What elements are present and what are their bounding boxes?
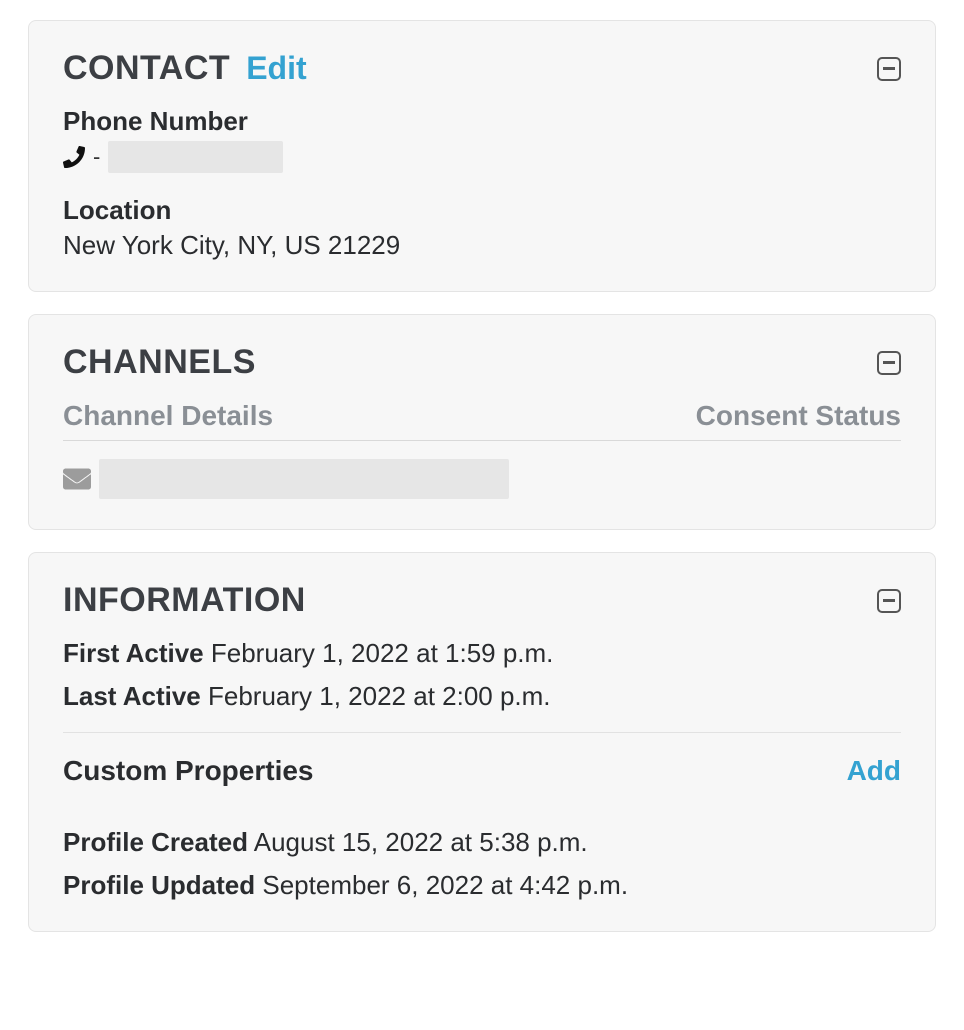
collapse-icon[interactable] xyxy=(877,589,901,613)
information-panel: INFORMATION First Active February 1, 202… xyxy=(28,552,936,932)
channels-title-group: CHANNELS xyxy=(63,343,256,382)
first-active-label: First Active xyxy=(63,638,204,668)
channels-title: CHANNELS xyxy=(63,343,256,382)
edit-contact-link[interactable]: Edit xyxy=(246,50,306,87)
contact-panel-header: CONTACT Edit xyxy=(63,49,901,88)
location-field: Location New York City, NY, US 21229 xyxy=(63,195,901,261)
last-active-label: Last Active xyxy=(63,681,201,711)
channels-panel: CHANNELS Channel Details Consent Status xyxy=(28,314,936,530)
custom-properties-row: Custom Properties Add xyxy=(63,755,901,787)
first-active-value: February 1, 2022 at 1:59 p.m. xyxy=(211,638,554,668)
last-active-value: February 1, 2022 at 2:00 p.m. xyxy=(208,681,551,711)
profile-created-line: Profile Created August 15, 2022 at 5:38 … xyxy=(63,827,901,858)
custom-properties-label: Custom Properties xyxy=(63,755,314,787)
divider xyxy=(63,732,901,733)
first-active-line: First Active February 1, 2022 at 1:59 p.… xyxy=(63,638,901,669)
channels-columns: Channel Details Consent Status xyxy=(63,400,901,441)
location-value: New York City, NY, US 21229 xyxy=(63,230,901,261)
collapse-icon[interactable] xyxy=(877,351,901,375)
profile-updated-line: Profile Updated September 6, 2022 at 4:4… xyxy=(63,870,901,901)
location-label: Location xyxy=(63,195,901,226)
phone-separator: - xyxy=(93,144,100,170)
profile-updated-label: Profile Updated xyxy=(63,870,255,900)
channel-details-header: Channel Details xyxy=(63,400,273,432)
information-panel-header: INFORMATION xyxy=(63,581,901,620)
add-custom-property-link[interactable]: Add xyxy=(847,755,901,787)
mail-icon xyxy=(63,468,91,490)
phone-icon xyxy=(63,146,85,168)
information-title: INFORMATION xyxy=(63,581,306,620)
profile-created-value: August 15, 2022 at 5:38 p.m. xyxy=(254,827,588,857)
consent-status-header: Consent Status xyxy=(696,400,901,432)
phone-label: Phone Number xyxy=(63,106,901,137)
phone-row: - xyxy=(63,141,901,173)
contact-title-group: CONTACT Edit xyxy=(63,49,307,88)
channel-row xyxy=(63,459,901,499)
collapse-icon[interactable] xyxy=(877,57,901,81)
profile-updated-value: September 6, 2022 at 4:42 p.m. xyxy=(262,870,628,900)
email-value-redacted xyxy=(99,459,509,499)
channels-panel-header: CHANNELS xyxy=(63,343,901,382)
information-title-group: INFORMATION xyxy=(63,581,306,620)
contact-title: CONTACT xyxy=(63,49,230,88)
phone-value-redacted xyxy=(108,141,283,173)
profile-created-label: Profile Created xyxy=(63,827,248,857)
last-active-line: Last Active February 1, 2022 at 2:00 p.m… xyxy=(63,681,901,712)
contact-panel: CONTACT Edit Phone Number - Location New… xyxy=(28,20,936,292)
phone-field: Phone Number - xyxy=(63,106,901,173)
